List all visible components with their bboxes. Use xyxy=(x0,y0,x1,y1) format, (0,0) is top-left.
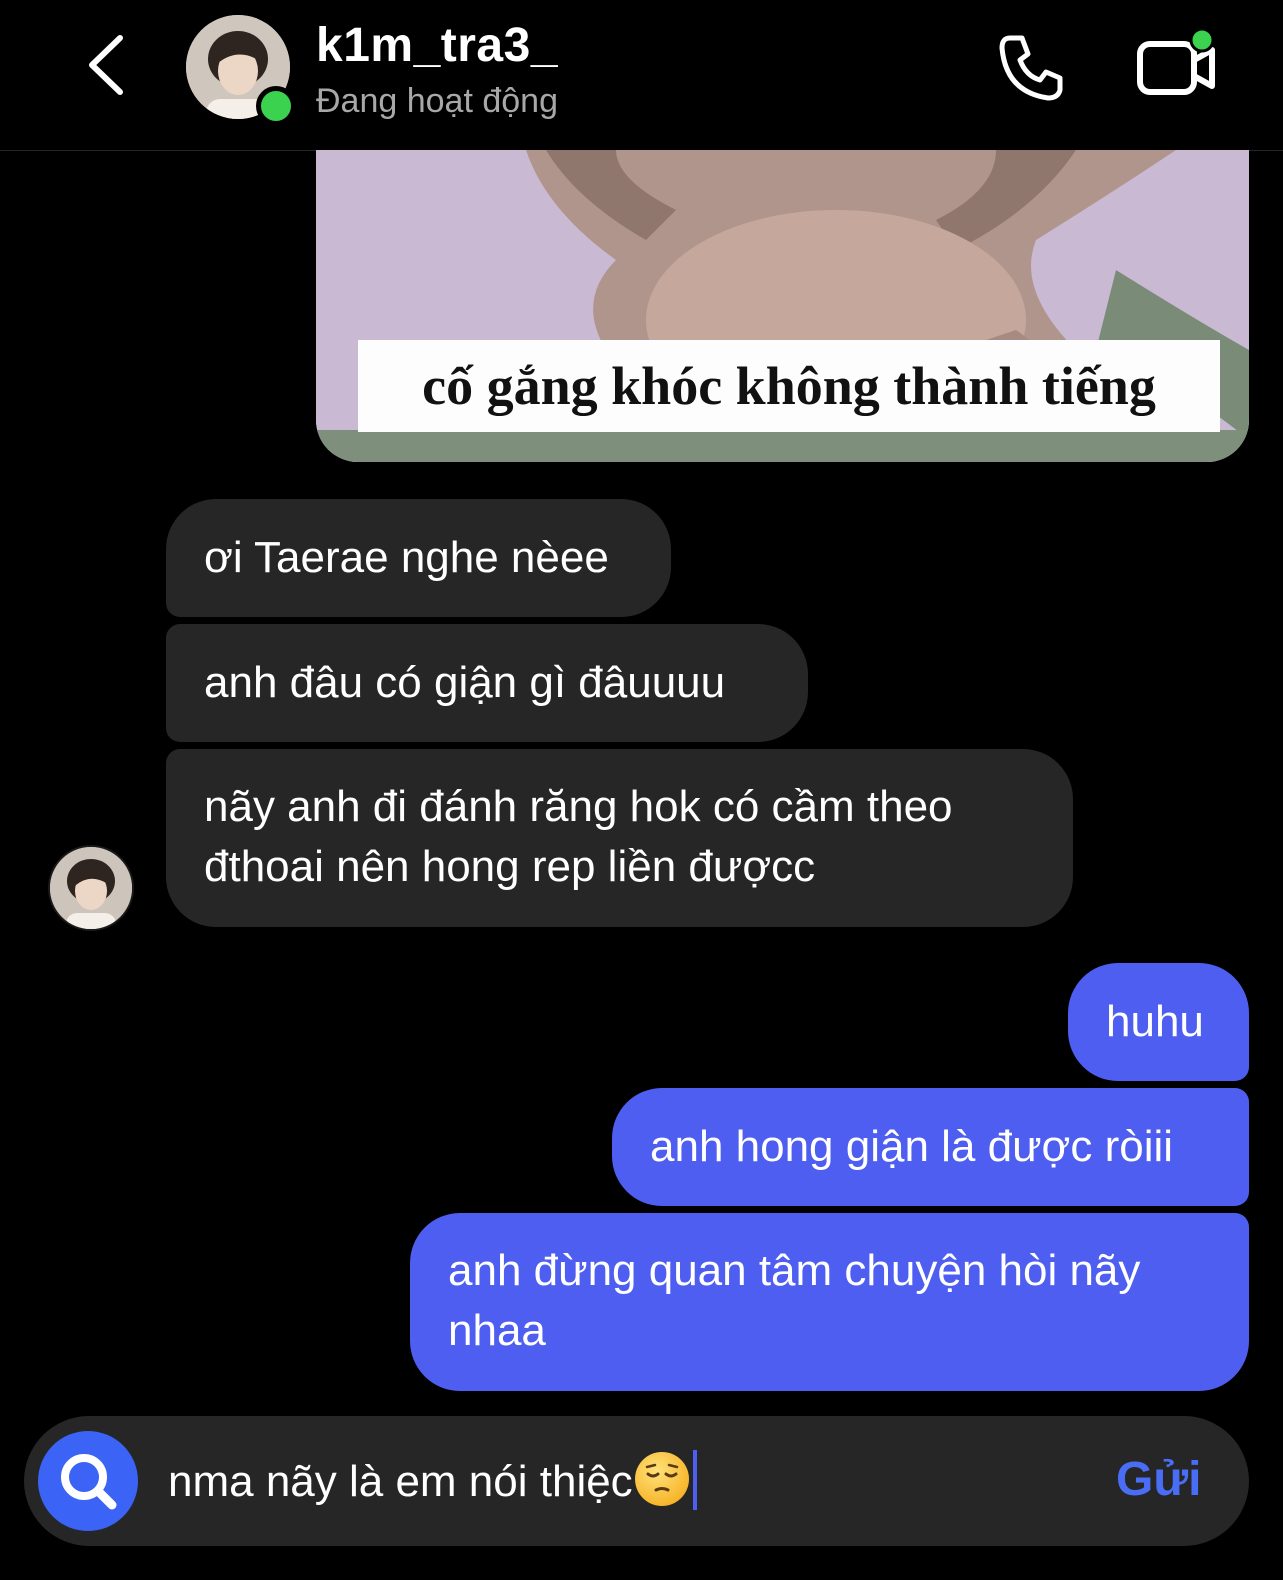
message-input-value: nma nãy là em nói thiệc xyxy=(168,1457,633,1506)
video-call-icon[interactable] xyxy=(1136,28,1220,102)
outgoing-message-2[interactable]: anh hong giận là được ròiii xyxy=(612,1088,1249,1206)
contact-avatar-small[interactable] xyxy=(48,845,134,931)
chat-header: k1m_tra3_ Đang hoạt động xyxy=(0,0,1283,151)
phone-call-icon[interactable] xyxy=(996,32,1066,102)
search-icon xyxy=(61,1454,117,1510)
outgoing-message-3[interactable]: anh đừng quan tâm chuyện hòi nãy nhaa xyxy=(410,1213,1249,1391)
activity-status: Đang hoạt động xyxy=(316,82,558,120)
meme-caption-text: cố gắng khóc không thành tiếng xyxy=(358,340,1220,432)
back-arrow-icon[interactable] xyxy=(82,30,132,100)
search-button[interactable] xyxy=(38,1431,138,1531)
online-status-dot xyxy=(256,86,296,126)
incoming-message-3[interactable]: nãy anh đi đánh răng hok có cầm theo đth… xyxy=(166,749,1073,927)
incoming-message-1[interactable]: ơi Taerae nghe nèee xyxy=(166,499,671,617)
outgoing-message-1[interactable]: huhu xyxy=(1068,963,1249,1081)
incoming-message-2[interactable]: anh đâu có giận gì đâuuuu xyxy=(166,624,808,742)
pensive-face-emoji-icon xyxy=(634,1452,689,1506)
send-button[interactable]: Gửi xyxy=(1116,1452,1201,1507)
message-input[interactable]: nma nãy là em nói thiệc xyxy=(168,1450,697,1512)
meme-image-message[interactable]: cố gắng khóc không thành tiếng xyxy=(316,150,1249,462)
text-cursor xyxy=(692,1450,697,1510)
contact-username[interactable]: k1m_tra3_ xyxy=(316,18,558,73)
